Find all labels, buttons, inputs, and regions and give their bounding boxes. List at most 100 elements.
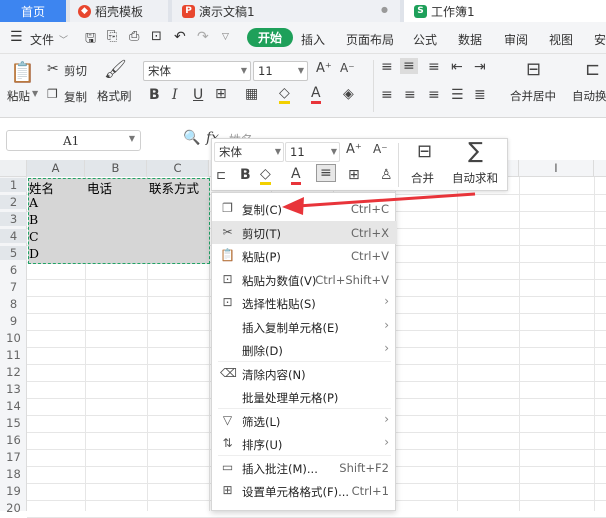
column-header-c[interactable]: C: [147, 160, 209, 177]
export-icon[interactable]: ⎘: [107, 29, 117, 44]
column-header-b[interactable]: B: [85, 160, 147, 177]
merge-center-button[interactable]: 合并居中: [510, 88, 556, 104]
format-painter-icon[interactable]: ♙: [380, 167, 393, 183]
tab-presentation[interactable]: P 演示文稿1 ●: [172, 0, 400, 22]
paste-icon[interactable]: 📋: [10, 60, 35, 84]
auto-wrap-button[interactable]: 自动换: [572, 88, 606, 104]
row-header-12[interactable]: 12: [0, 365, 27, 379]
tab-docer[interactable]: ◆ 稻壳模板: [70, 0, 168, 22]
context-menu-item[interactable]: ⊡ 选择性粘贴(S) ›: [212, 291, 397, 314]
print-preview-icon[interactable]: ⊡: [151, 29, 162, 44]
italic-icon[interactable]: I: [172, 87, 178, 103]
font-color-icon[interactable]: A: [311, 86, 321, 104]
align-center-icon[interactable]: ≡: [316, 164, 336, 182]
decrease-font-icon[interactable]: A⁻: [373, 142, 388, 156]
font-family-select[interactable]: 宋体 ▼: [143, 61, 251, 81]
print-icon[interactable]: ⎙: [129, 29, 139, 44]
row-header-6[interactable]: 6: [0, 263, 27, 277]
context-menu-item[interactable]: ⊡ 粘贴为数值(V) Ctrl+Shift+V: [212, 268, 397, 291]
row-header-16[interactable]: 16: [0, 433, 27, 447]
row-header-8[interactable]: 8: [0, 297, 27, 311]
row-header-5[interactable]: 5: [0, 246, 27, 260]
row-header-1[interactable]: 1: [0, 178, 27, 192]
context-menu-item[interactable]: 批量处理单元格(P): [212, 385, 397, 408]
border-icon[interactable]: ⊞: [348, 167, 360, 183]
format-painter-button[interactable]: 格式刷: [97, 88, 132, 104]
wrap-text-icon[interactable]: ⊏: [585, 59, 600, 80]
column-header-i[interactable]: I: [519, 160, 594, 177]
more-dropdown-icon[interactable]: ▽: [222, 32, 229, 42]
align-center-icon[interactable]: ≡: [404, 87, 416, 103]
font-size-select[interactable]: 11 ▼: [253, 61, 308, 81]
menu-formula[interactable]: 公式: [413, 31, 437, 48]
fill-pattern-icon[interactable]: ▦: [245, 86, 258, 102]
tab-close-dot[interactable]: ●: [381, 5, 388, 14]
chevron-down-icon[interactable]: ﹀: [59, 33, 68, 46]
cell-b1[interactable]: 电话: [85, 178, 112, 197]
menu-data[interactable]: 数据: [458, 31, 482, 48]
align-top-icon[interactable]: ≡: [381, 59, 393, 75]
context-menu-item[interactable]: ✂ 剪切(T) Ctrl+X: [212, 220, 397, 244]
menu-file[interactable]: 文件: [30, 31, 54, 48]
copy-button[interactable]: 复制: [64, 89, 87, 105]
redo-icon[interactable]: ↷: [197, 29, 209, 45]
scissors-icon[interactable]: ✂: [47, 61, 59, 77]
align-left-icon[interactable]: ≡: [381, 87, 393, 103]
underline-icon[interactable]: U: [193, 87, 203, 103]
context-menu-item[interactable]: 📋 粘贴(P) Ctrl+V: [212, 244, 397, 267]
format-painter-icon[interactable]: 🖌: [104, 59, 127, 80]
row-header-13[interactable]: 13: [0, 382, 27, 396]
menu-page-layout[interactable]: 页面布局: [346, 31, 394, 48]
save-icon[interactable]: 🖫: [85, 29, 96, 51]
paste-button[interactable]: 粘贴: [7, 88, 30, 104]
sum-icon[interactable]: ∑: [468, 139, 483, 164]
context-menu-item[interactable]: ▭ 插入批注(M)... Shift+F2: [212, 456, 397, 479]
row-header-15[interactable]: 15: [0, 416, 27, 430]
wrap-icon[interactable]: ⊏: [216, 168, 226, 182]
align-middle-icon[interactable]: ≡: [400, 58, 418, 74]
menu-start[interactable]: 开始: [247, 28, 294, 47]
mini-size-select[interactable]: 11 ▼: [285, 142, 340, 162]
cell-c1[interactable]: 联系方式: [147, 178, 199, 197]
context-menu-item[interactable]: ⌫ 清除内容(N): [212, 362, 397, 385]
align-right-icon[interactable]: ≡: [428, 87, 440, 103]
border-icon[interactable]: ⊞: [215, 86, 227, 102]
increase-font-icon[interactable]: A⁺: [316, 61, 332, 76]
context-menu-item[interactable]: ⊞ 设置单元格格式(F)... Ctrl+1: [212, 479, 397, 502]
bold-icon[interactable]: B: [240, 167, 251, 183]
fill-color-icon[interactable]: ◇: [279, 86, 290, 104]
cell-a4[interactable]: C: [27, 229, 39, 244]
row-header-11[interactable]: 11: [0, 348, 27, 362]
row-header-10[interactable]: 10: [0, 331, 27, 345]
indent-increase-icon[interactable]: ⇥: [474, 59, 486, 75]
paste-dropdown-icon[interactable]: ▼: [32, 89, 38, 98]
font-color-icon[interactable]: A: [291, 167, 301, 185]
row-header-9[interactable]: 9: [0, 314, 27, 328]
justify-icon[interactable]: ☰: [451, 87, 464, 103]
merge-center-icon[interactable]: ⊟: [526, 59, 541, 80]
decrease-font-icon[interactable]: A⁻: [340, 61, 355, 75]
cut-button[interactable]: 剪切: [64, 63, 87, 79]
distributed-icon[interactable]: ≣: [474, 87, 486, 103]
row-header-2[interactable]: 2: [0, 195, 27, 209]
cell-a3[interactable]: B: [27, 212, 38, 227]
context-menu-item[interactable]: ⇅ 排序(U) ›: [212, 432, 397, 455]
align-bottom-icon[interactable]: ≡: [428, 59, 440, 75]
fill-color-icon[interactable]: ◇: [260, 167, 271, 185]
tab-home[interactable]: 首页: [0, 0, 66, 22]
name-box[interactable]: A1 ▼: [6, 130, 141, 151]
context-menu-item[interactable]: 删除(D) ›: [212, 338, 397, 361]
mini-autosum-button[interactable]: 自动求和: [452, 170, 498, 186]
mini-font-select[interactable]: 宋体 ▼: [214, 142, 284, 162]
indent-decrease-icon[interactable]: ⇤: [451, 59, 463, 75]
bold-icon[interactable]: B: [149, 87, 160, 103]
tab-workbook[interactable]: S 工作簿1: [404, 0, 606, 22]
row-header-7[interactable]: 7: [0, 280, 27, 294]
row-header-18[interactable]: 18: [0, 467, 27, 481]
menu-review[interactable]: 审阅: [504, 31, 528, 48]
mini-merge-button[interactable]: 合并: [411, 170, 434, 186]
row-header-19[interactable]: 19: [0, 484, 27, 498]
clear-format-icon[interactable]: ◈: [343, 86, 354, 102]
cell-a5[interactable]: D: [27, 246, 39, 261]
select-all-corner[interactable]: [0, 160, 27, 177]
